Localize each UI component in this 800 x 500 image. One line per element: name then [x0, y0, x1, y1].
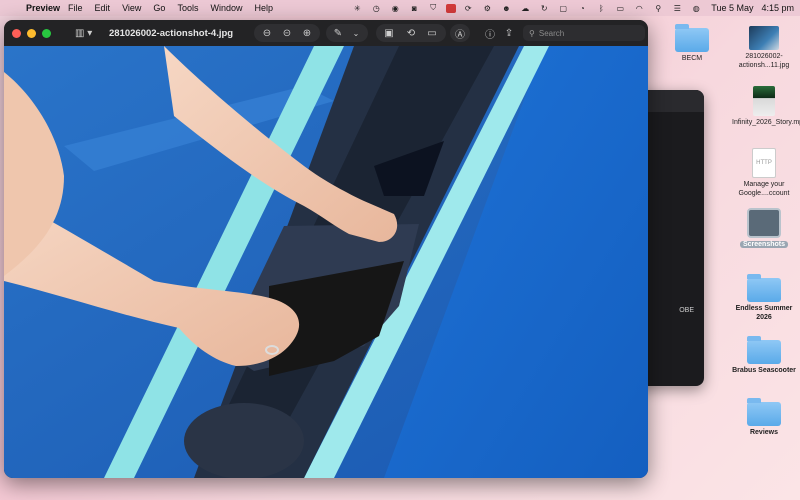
video-thumbnail-icon [753, 86, 775, 116]
window-controls [12, 28, 57, 38]
preview-window: ▥ ▾ 281026002-actionshot-4.jpg ⊖ ⊝ ⊕ ✎ ⌄… [4, 20, 648, 478]
sync-status-icon[interactable]: ⟳ [461, 3, 475, 13]
desktop-folder-becm[interactable]: BECM [660, 24, 724, 63]
desktop-image-file[interactable]: 281026002-actionsh...11.jpg [732, 26, 796, 70]
close-button[interactable] [12, 28, 21, 38]
crop-select-icon[interactable]: ▣ [381, 26, 397, 40]
battery-icon[interactable]: ▭ [613, 3, 627, 13]
control-center-icon[interactable]: ☰ [670, 3, 684, 13]
menu-view[interactable]: View [122, 3, 141, 13]
shield-status-icon[interactable]: ⛉ [426, 3, 440, 13]
search-field[interactable]: ⚲ Search [523, 25, 645, 41]
zoom-to-fit-icon[interactable]: ⊖ [259, 26, 275, 40]
highlight-icon[interactable]: ▭ [424, 26, 440, 40]
wifi-icon[interactable]: ◠ [632, 3, 646, 13]
eye-status-icon[interactable]: ◉ [388, 3, 402, 13]
menu-window[interactable]: Window [210, 3, 242, 13]
menu-edit[interactable]: Edit [95, 3, 111, 13]
share-icon[interactable]: ⇪ [501, 26, 517, 40]
siri-icon[interactable]: ◍ [689, 3, 703, 13]
pie-status-icon[interactable]: ◔ [575, 3, 589, 13]
chevron-down-icon[interactable]: ⌄ [348, 26, 364, 40]
zoom-button[interactable] [42, 28, 51, 38]
desktop-item-label: Brabus Seascooter [732, 367, 796, 374]
desktop-item-label: Manage your Google....ccount [738, 181, 790, 197]
search-spotlight-icon[interactable]: ⚲ [651, 3, 665, 13]
refresh-status-icon[interactable]: ↻ [537, 3, 551, 13]
menu-file[interactable]: File [68, 3, 83, 13]
desktop-folder-endless-summer[interactable]: Endless Summer 2026 [732, 274, 796, 322]
status-menu-area: ✳ ◷ ◉ ◙ ⛉ ⟳ ⚙ ☻ ☁ ↻ ▢ ◔ ᛒ ▭ ◠ ⚲ ☰ ◍ Tue … [345, 0, 794, 16]
desktop-item-label: Infinity_2026_Story.mp4 [732, 119, 800, 126]
desktop-item-label: 281026002-actionsh...11.jpg [738, 53, 790, 69]
image-thumbnail-icon [749, 26, 779, 50]
desktop-item-label: BECM [681, 55, 703, 62]
window-title: 281026002-actionshot-4.jpg [109, 27, 234, 39]
menu-bar: Preview File Edit View Go Tools Window H… [0, 0, 800, 16]
menubar-time[interactable]: 4:15 pm [761, 3, 794, 13]
search-icon: ⚲ [529, 28, 535, 38]
desktop-document-file[interactable]: HTTP Manage your Google....ccount [732, 148, 796, 198]
webloc-document-icon: HTTP [752, 148, 776, 178]
rail-bump [184, 403, 304, 478]
image-canvas[interactable] [4, 46, 648, 478]
folder-icon [747, 336, 781, 364]
sidebar-toggle-icon[interactable]: ▥ ▾ [75, 26, 95, 40]
gear-status-icon[interactable]: ⚙ [480, 3, 494, 13]
minimize-button[interactable] [27, 28, 36, 38]
desktop-folder-screenshots[interactable]: Screenshots [732, 208, 796, 249]
window-titlebar: ▥ ▾ 281026002-actionshot-4.jpg ⊖ ⊝ ⊕ ✎ ⌄… [4, 20, 648, 46]
sun-status-icon[interactable]: ✳ [350, 3, 364, 13]
info-icon[interactable]: ⓘ [482, 26, 498, 41]
rotate-icon[interactable]: ⟲ [403, 26, 419, 40]
menu-tools[interactable]: Tools [177, 3, 198, 13]
desktop-folder-brabus[interactable]: Brabus Seascooter [732, 336, 796, 375]
pen-markup-icon[interactable]: ✎ [330, 26, 346, 40]
folder-icon [747, 274, 781, 302]
background-window-text: OBE [679, 307, 694, 314]
window-status-icon[interactable]: ▢ [556, 3, 570, 13]
screenshots-folder-icon [747, 208, 781, 238]
zoom-in-icon[interactable]: ⊕ [299, 26, 315, 40]
folder-icon [675, 24, 709, 52]
bluetooth-icon[interactable]: ᛒ [594, 3, 608, 13]
app-menu-preview[interactable]: Preview [26, 3, 60, 13]
markup-circle-icon[interactable]: Ⓐ [452, 26, 468, 41]
desktop-item-label: Reviews [749, 429, 779, 436]
user-status-icon[interactable]: ☻ [499, 3, 513, 13]
desktop-folder-reviews[interactable]: Reviews [732, 398, 796, 437]
clock-status-icon[interactable]: ◷ [369, 3, 383, 13]
desktop-item-label: Screenshots [739, 241, 789, 248]
desktop-video-file[interactable]: Infinity_2026_Story.mp4 [732, 86, 800, 127]
menu-go[interactable]: Go [153, 3, 165, 13]
desktop-item-label: Endless Summer 2026 [735, 305, 793, 321]
calendar-status-icon[interactable] [446, 3, 457, 13]
search-placeholder: Search [538, 28, 565, 38]
menu-help[interactable]: Help [254, 3, 273, 13]
folder-icon [747, 398, 781, 426]
cloud-status-icon[interactable]: ☁ [518, 3, 532, 13]
camera-status-icon[interactable]: ◙ [407, 3, 421, 13]
zoom-out-icon[interactable]: ⊝ [279, 26, 295, 40]
menubar-date[interactable]: Tue 5 May [711, 3, 753, 13]
